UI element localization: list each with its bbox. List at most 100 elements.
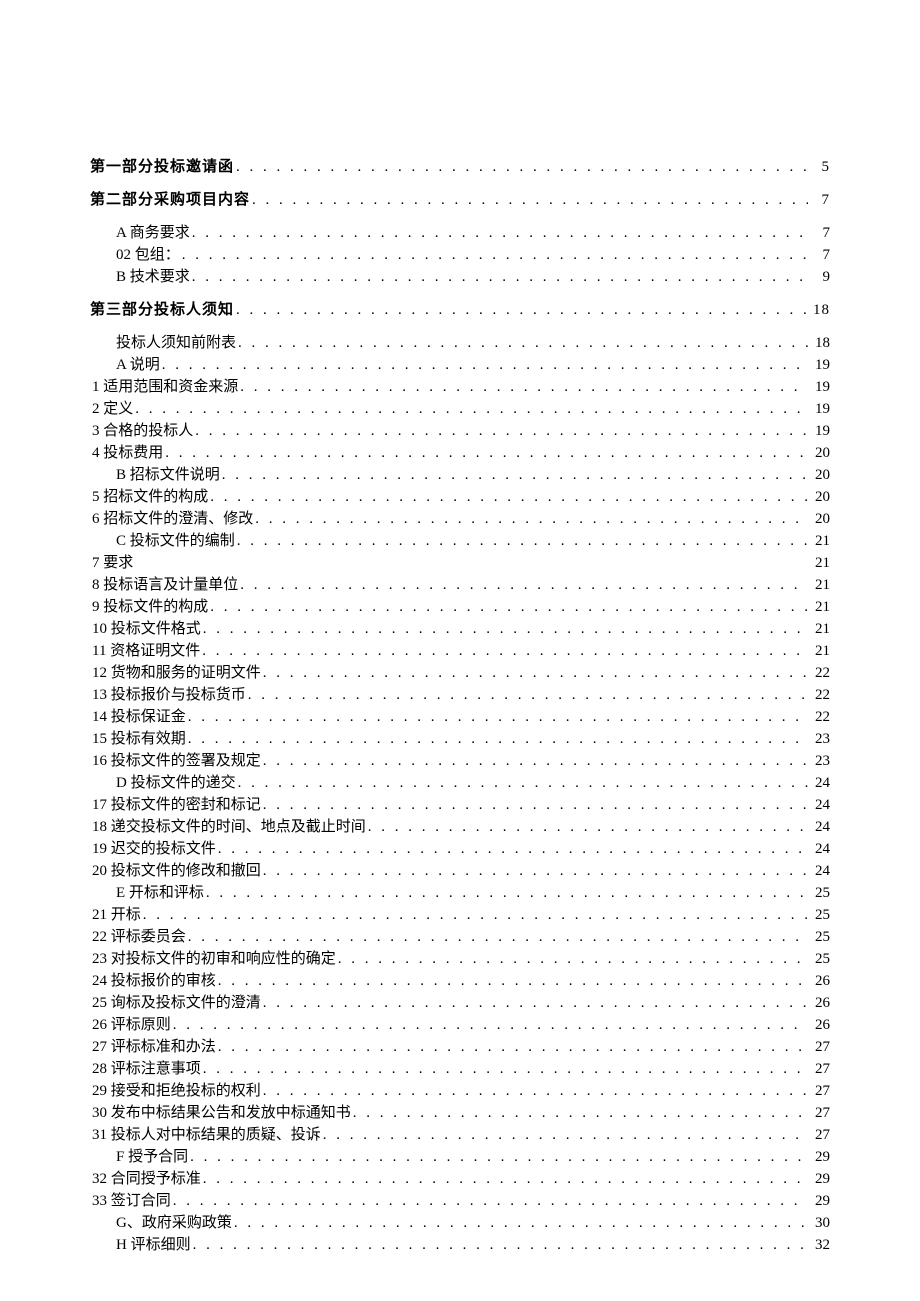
toc-page-number: 7	[810, 223, 830, 244]
toc-page-number: 21	[810, 553, 830, 574]
toc-label: 3 合格的投标人	[92, 421, 193, 442]
toc-leader-dots	[234, 1213, 808, 1234]
toc-entry: 第二部分采购项目内容7	[90, 190, 830, 211]
toc-leader-dots	[240, 575, 808, 596]
toc-entry: 8 投标语言及计量单位21	[90, 575, 830, 596]
toc-entry: 24 投标报价的审核 26	[90, 971, 830, 992]
toc-page-number: 30	[810, 1213, 830, 1234]
toc-page-number: 27	[810, 1103, 830, 1124]
toc-leader-dots	[210, 487, 808, 508]
toc-label: 7 要求	[92, 553, 133, 574]
toc-page-number: 21	[810, 641, 830, 662]
toc-leader-dots	[236, 157, 808, 178]
toc-leader-dots	[240, 377, 808, 398]
toc-entry: 17 投标文件的密封和标记24	[90, 795, 830, 816]
toc-entry: 14 投标保证金 22	[90, 707, 830, 728]
toc-leader-dots	[263, 861, 808, 882]
toc-label: 02 包组：	[116, 245, 180, 266]
toc-leader-dots	[255, 509, 808, 530]
toc-page-number: 29	[810, 1191, 830, 1212]
toc-label: 14 投标保证金	[92, 707, 186, 728]
toc-label: D 投标文件的递交	[116, 773, 236, 794]
toc-leader-dots	[203, 619, 808, 640]
toc-leader-dots	[263, 751, 808, 772]
toc-leader-dots	[218, 839, 808, 860]
toc-label: C 投标文件的编制	[116, 531, 235, 552]
toc-entry: 第一部分投标邀请函5	[90, 157, 830, 178]
toc-leader-dots	[338, 949, 808, 970]
toc-label: 6 招标文件的澄清、修改	[92, 509, 253, 530]
toc-entry: 6 招标文件的澄清、修改 20	[90, 509, 830, 530]
toc-leader-dots	[206, 883, 808, 904]
toc-page-number: 27	[810, 1125, 830, 1146]
toc-page-number: 19	[810, 377, 830, 398]
toc-entry: 27 评标标准和办法27	[90, 1037, 830, 1058]
toc-leader-dots	[192, 267, 808, 288]
toc-leader-dots	[263, 1081, 808, 1102]
toc-entry: B 技术要求 9	[90, 267, 830, 288]
toc-label: 第三部分投标人须知	[90, 300, 234, 321]
toc-label: 17 投标文件的密封和标记	[92, 795, 261, 816]
toc-entry: 第三部分投标人须知18	[90, 300, 830, 321]
toc-page-number: 27	[810, 1081, 830, 1102]
toc-leader-dots	[188, 927, 808, 948]
toc-leader-dots	[182, 245, 808, 266]
toc-label: 21 开标	[92, 905, 141, 926]
toc-label: 10 投标文件格式	[92, 619, 201, 640]
toc-leader-dots	[203, 1059, 808, 1080]
toc-leader-dots	[195, 421, 808, 442]
toc-page-number: 22	[810, 663, 830, 684]
toc-label: E 开标和评标	[116, 883, 204, 904]
toc-leader-dots	[222, 465, 808, 486]
toc-page-number: 9	[810, 267, 830, 288]
toc-label: A 商务要求	[116, 223, 190, 244]
toc-label: 8 投标语言及计量单位	[92, 575, 238, 596]
toc-entry: A 说明19	[90, 355, 830, 376]
toc-entry: 4 投标费用20	[90, 443, 830, 464]
toc-leader-dots	[263, 795, 808, 816]
toc-leader-dots	[353, 1103, 808, 1124]
toc-entry: 28 评标注意事项27	[90, 1059, 830, 1080]
toc-leader-dots	[188, 729, 808, 750]
toc-entry: F 授予合同29	[90, 1147, 830, 1168]
toc-label: 28 评标注意事项	[92, 1059, 201, 1080]
toc-page-number: 22	[810, 707, 830, 728]
toc-leader-dots	[263, 993, 808, 1014]
toc-page-number: 20	[810, 465, 830, 486]
toc-leader-dots	[173, 1015, 808, 1036]
toc-label: 19 迟交的投标文件	[92, 839, 216, 860]
toc-page-number: 22	[810, 685, 830, 706]
toc-leader-dots	[202, 641, 808, 662]
toc-label: 18 递交投标文件的时间、地点及截止时间	[92, 817, 366, 838]
toc-leader-dots	[263, 663, 808, 684]
toc-page-number: 23	[810, 729, 830, 750]
toc-leader-dots	[238, 333, 808, 354]
toc-label: 24 投标报价的审核	[92, 971, 216, 992]
toc-entry: 20 投标文件的修改和撤回24	[90, 861, 830, 882]
toc-entry: 19 迟交的投标文件24	[90, 839, 830, 860]
toc-leader-dots	[236, 300, 808, 321]
toc-leader-dots	[143, 905, 808, 926]
toc-page-number: 23	[810, 751, 830, 772]
toc-page-number: 20	[810, 443, 830, 464]
toc-page-number: 19	[810, 355, 830, 376]
toc-page-number: 19	[810, 421, 830, 442]
toc-entry: 21 开标25	[90, 905, 830, 926]
toc-entry: A 商务要求 7	[90, 223, 830, 244]
toc-label: 30 发布中标结果公告和发放中标通知书	[92, 1103, 351, 1124]
toc-page-number: 26	[810, 971, 830, 992]
toc-label: G、政府采购政策	[116, 1213, 232, 1234]
toc-entry: 32 合同授予标准29	[90, 1169, 830, 1190]
toc-label: 2 定义	[92, 399, 133, 420]
toc-page-number: 20	[810, 509, 830, 530]
toc-leader-dots	[188, 707, 808, 728]
toc-entry: 7 要求 21	[90, 553, 830, 574]
toc-label: 15 投标有效期	[92, 729, 186, 750]
toc-page-number: 27	[810, 1037, 830, 1058]
toc-page-number: 24	[810, 773, 830, 794]
toc-leader-dots	[162, 355, 808, 376]
toc-label: B 招标文件说明	[116, 465, 220, 486]
toc-page-number: 21	[810, 619, 830, 640]
toc-label: B 技术要求	[116, 267, 190, 288]
toc-leader-dots	[135, 399, 808, 420]
